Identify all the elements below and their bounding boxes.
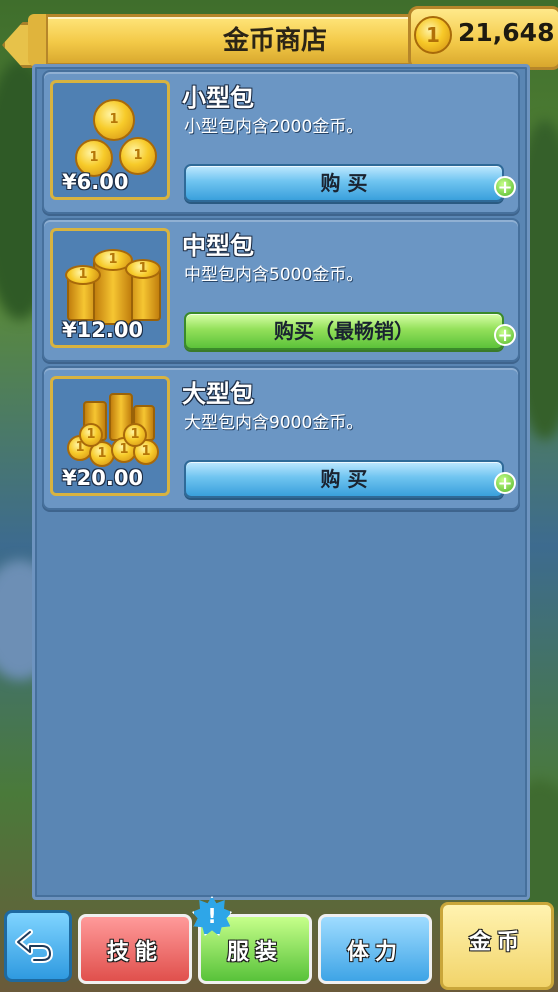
- item-price: ¥12.00: [62, 318, 144, 342]
- page-title: 金币商店: [222, 26, 327, 56]
- plus-icon: +: [494, 176, 516, 198]
- item-name: 中型包: [182, 232, 254, 260]
- tab-energy[interactable]: 体力: [318, 914, 432, 984]
- plus-icon: +: [494, 324, 516, 346]
- shop-item-large: ¥20.00 大型包 大型包内含9000金币。 购 买 +: [42, 366, 520, 510]
- buy-button[interactable]: 购 买: [184, 164, 504, 202]
- coin-icon: [123, 423, 147, 447]
- shop-item-medium: ¥12.00 中型包 中型包内含5000金币。 购买（最畅销） +: [42, 218, 520, 362]
- item-price: ¥20.00: [62, 466, 144, 490]
- item-price: ¥6.00: [62, 170, 129, 194]
- item-description: 大型包内含9000金币。: [184, 413, 364, 433]
- coin-icon: [125, 259, 161, 279]
- buy-bestseller-button[interactable]: 购买（最畅销）: [184, 312, 504, 350]
- title-bar-cap: [28, 14, 48, 66]
- back-arrow-icon: [15, 929, 53, 963]
- coin-icon: 1: [414, 16, 452, 54]
- tab-coins[interactable]: 金币: [440, 902, 554, 990]
- coin-icon: [79, 423, 103, 447]
- shop-item-small: ¥6.00 小型包 小型包内含2000金币。 购 买 +: [42, 70, 520, 214]
- item-description: 中型包内含5000金币。: [184, 265, 364, 285]
- coin-balance: 21,648: [458, 18, 555, 47]
- item-name: 大型包: [182, 380, 254, 408]
- coin-icon: [65, 265, 101, 285]
- plus-icon: +: [494, 472, 516, 494]
- tab-skills[interactable]: 技能: [78, 914, 192, 984]
- coin-icon: [93, 99, 135, 141]
- item-description: 小型包内含2000金币。: [184, 117, 364, 137]
- item-name: 小型包: [182, 84, 254, 112]
- buy-button[interactable]: 购 买: [184, 460, 504, 498]
